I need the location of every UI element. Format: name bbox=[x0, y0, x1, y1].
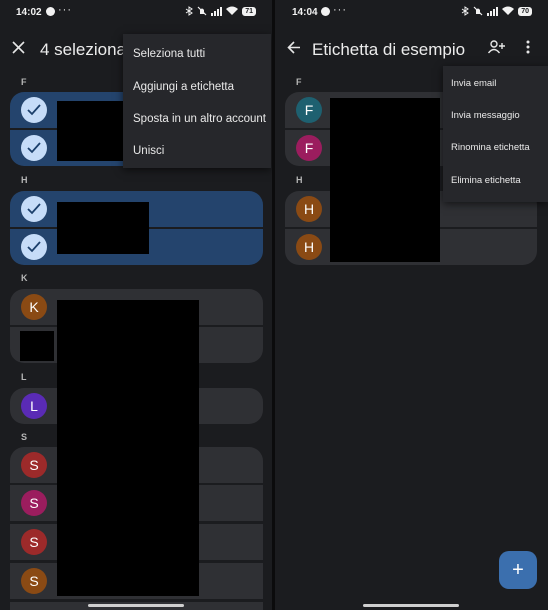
contact-avatar: K bbox=[21, 294, 47, 320]
mute-icon bbox=[197, 6, 207, 16]
overflow-menu: Invia email Invia messaggio Rinomina eti… bbox=[443, 66, 548, 202]
status-icons: 70 bbox=[461, 6, 532, 16]
status-time: 14:02 bbox=[16, 7, 42, 18]
section-header-l: L bbox=[21, 372, 27, 382]
menu-item-add-to-label[interactable]: Aggiungi a etichetta bbox=[133, 81, 234, 93]
screenshot-root: 14:02 ··· 71 4 selezionati F H K K L L S… bbox=[0, 0, 548, 610]
signal-icon bbox=[487, 7, 499, 16]
section-header-f: F bbox=[21, 77, 27, 87]
redacted-contact-names bbox=[57, 300, 199, 596]
telegram-icon bbox=[321, 7, 330, 16]
contact-avatar: S bbox=[21, 452, 47, 478]
redacted-contact-photo bbox=[20, 331, 54, 361]
wifi-icon bbox=[502, 6, 515, 15]
redacted-contact-names bbox=[330, 98, 440, 262]
gesture-nav-bar[interactable] bbox=[88, 604, 184, 607]
section-header-s: S bbox=[21, 432, 28, 442]
bluetooth-icon bbox=[461, 6, 470, 16]
section-header-f: F bbox=[296, 77, 302, 87]
back-arrow-icon[interactable] bbox=[287, 41, 301, 54]
label-title: Etichetta di esempio bbox=[312, 40, 466, 59]
section-header-h: H bbox=[21, 175, 28, 185]
contact-avatar: H bbox=[296, 234, 322, 260]
overflow-menu: Seleziona tutti Aggiungi a etichetta Spo… bbox=[123, 34, 271, 168]
menu-item-rename-label[interactable]: Rinomina etichetta bbox=[451, 142, 530, 153]
status-bar: 14:04 ··· 70 bbox=[275, 0, 548, 26]
menu-item-merge[interactable]: Unisci bbox=[133, 145, 164, 157]
menu-item-delete-label[interactable]: Elimina etichetta bbox=[451, 175, 521, 186]
selection-count-title: 4 selezionati bbox=[40, 40, 135, 59]
status-icons: 71 bbox=[185, 6, 256, 16]
contact-avatar: F bbox=[296, 135, 322, 161]
contact-avatar: S bbox=[21, 529, 47, 555]
selected-check-icon[interactable] bbox=[21, 196, 47, 222]
selected-check-icon[interactable] bbox=[21, 135, 47, 161]
gesture-nav-bar[interactable] bbox=[363, 604, 459, 607]
mute-icon bbox=[473, 6, 483, 16]
redacted-contact-names bbox=[57, 202, 149, 254]
signal-icon bbox=[211, 7, 223, 16]
contact-avatar: L bbox=[21, 393, 47, 419]
selected-check-icon[interactable] bbox=[21, 234, 47, 260]
more-notifications-icon: ··· bbox=[333, 4, 347, 16]
section-header-h: H bbox=[296, 175, 303, 185]
wifi-icon bbox=[226, 6, 239, 15]
status-bar: 14:02 ··· 71 bbox=[0, 0, 272, 26]
battery-level: 71 bbox=[242, 6, 256, 16]
more-options-icon[interactable] bbox=[526, 40, 530, 54]
left-screen: 14:02 ··· 71 4 selezionati F H K K L L S… bbox=[0, 0, 272, 610]
contact-avatar: S bbox=[21, 490, 47, 516]
add-contact-fab[interactable]: + bbox=[499, 551, 537, 589]
add-person-icon[interactable] bbox=[488, 40, 505, 54]
menu-item-send-email[interactable]: Invia email bbox=[451, 78, 496, 89]
menu-item-select-all[interactable]: Seleziona tutti bbox=[133, 48, 205, 60]
more-notifications-icon: ··· bbox=[58, 4, 72, 16]
status-time: 14:04 bbox=[292, 7, 318, 18]
battery-level: 70 bbox=[518, 6, 532, 16]
contact-avatar: S bbox=[21, 568, 47, 594]
bluetooth-icon bbox=[185, 6, 194, 16]
telegram-icon bbox=[46, 7, 55, 16]
selected-check-icon[interactable] bbox=[21, 97, 47, 123]
menu-item-move-account[interactable]: Sposta in un altro account bbox=[133, 113, 266, 125]
label-app-bar: Etichetta di esempio bbox=[275, 30, 548, 68]
right-screen: 14:04 ··· 70 Etichetta di esempio F F F … bbox=[275, 0, 548, 610]
section-header-k: K bbox=[21, 273, 28, 283]
plus-icon: + bbox=[512, 559, 524, 581]
menu-item-send-message[interactable]: Invia messaggio bbox=[451, 110, 520, 121]
redacted-contact-names bbox=[57, 101, 127, 161]
contact-avatar: H bbox=[296, 196, 322, 222]
close-icon[interactable] bbox=[12, 41, 25, 54]
contact-avatar: F bbox=[296, 97, 322, 123]
